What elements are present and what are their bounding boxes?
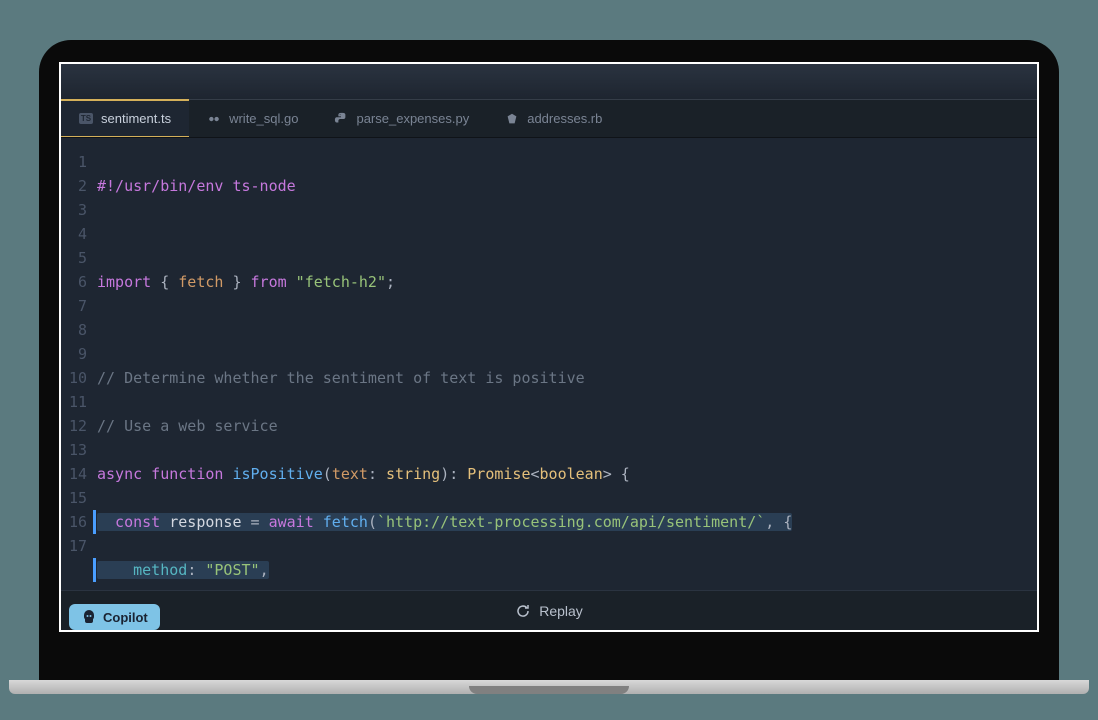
line-number: 10	[61, 366, 87, 390]
code-line: method: "POST",	[97, 558, 1037, 582]
line-number: 4	[61, 222, 87, 246]
ruby-icon	[505, 112, 519, 126]
copilot-label: Copilot	[103, 610, 148, 625]
replay-label: Replay	[539, 603, 583, 619]
code-content[interactable]: #!/usr/bin/env ts-node import { fetch } …	[97, 150, 1037, 590]
editor-area[interactable]: 1 2 3 4 5 6 7 8 9 10 11 12 13 14 15 16 1…	[61, 138, 1037, 590]
line-number: 15	[61, 486, 87, 510]
line-number: 1	[61, 150, 87, 174]
copilot-icon	[81, 609, 97, 625]
tab-write-sql-go[interactable]: write_sql.go	[189, 100, 316, 137]
tab-addresses-rb[interactable]: addresses.rb	[487, 100, 620, 137]
copilot-badge[interactable]: Copilot	[69, 604, 160, 630]
replay-button[interactable]: Replay	[61, 590, 1037, 630]
tab-label: sentiment.ts	[101, 111, 171, 126]
laptop-notch	[469, 686, 629, 694]
laptop-frame: TS sentiment.ts write_sql.go parse_expen…	[39, 40, 1059, 680]
tab-parse-expenses-py[interactable]: parse_expenses.py	[316, 100, 487, 137]
editor-screen: TS sentiment.ts write_sql.go parse_expen…	[59, 62, 1039, 632]
line-number: 14	[61, 462, 87, 486]
code-line: async function isPositive(text: string):…	[97, 462, 1037, 486]
code-line	[97, 318, 1037, 342]
line-number: 17	[61, 534, 87, 558]
line-number: 8	[61, 318, 87, 342]
tab-label: write_sql.go	[229, 111, 298, 126]
line-number: 5	[61, 246, 87, 270]
line-number: 2	[61, 174, 87, 198]
code-line: #!/usr/bin/env ts-node	[97, 174, 1037, 198]
line-number: 11	[61, 390, 87, 414]
line-number: 7	[61, 294, 87, 318]
line-number: 16	[61, 510, 87, 534]
go-icon	[207, 112, 221, 126]
code-line: // Determine whether the sentiment of te…	[97, 366, 1037, 390]
window-top-bar	[61, 64, 1037, 100]
line-number-gutter: 1 2 3 4 5 6 7 8 9 10 11 12 13 14 15 16 1…	[61, 150, 97, 590]
python-icon	[334, 112, 348, 126]
code-line	[97, 222, 1037, 246]
line-number: 6	[61, 270, 87, 294]
tab-label: parse_expenses.py	[356, 111, 469, 126]
tab-sentiment-ts[interactable]: TS sentiment.ts	[61, 100, 189, 137]
tab-label: addresses.rb	[527, 111, 602, 126]
line-number: 13	[61, 438, 87, 462]
line-number: 3	[61, 198, 87, 222]
code-line: // Use a web service	[97, 414, 1037, 438]
code-line: import { fetch } from "fetch-h2";	[97, 270, 1037, 294]
tab-bar: TS sentiment.ts write_sql.go parse_expen…	[61, 100, 1037, 138]
typescript-icon: TS	[79, 112, 93, 126]
code-line: const response = await fetch(`http://tex…	[97, 510, 1037, 534]
line-number: 12	[61, 414, 87, 438]
replay-icon	[515, 603, 531, 619]
line-number: 9	[61, 342, 87, 366]
